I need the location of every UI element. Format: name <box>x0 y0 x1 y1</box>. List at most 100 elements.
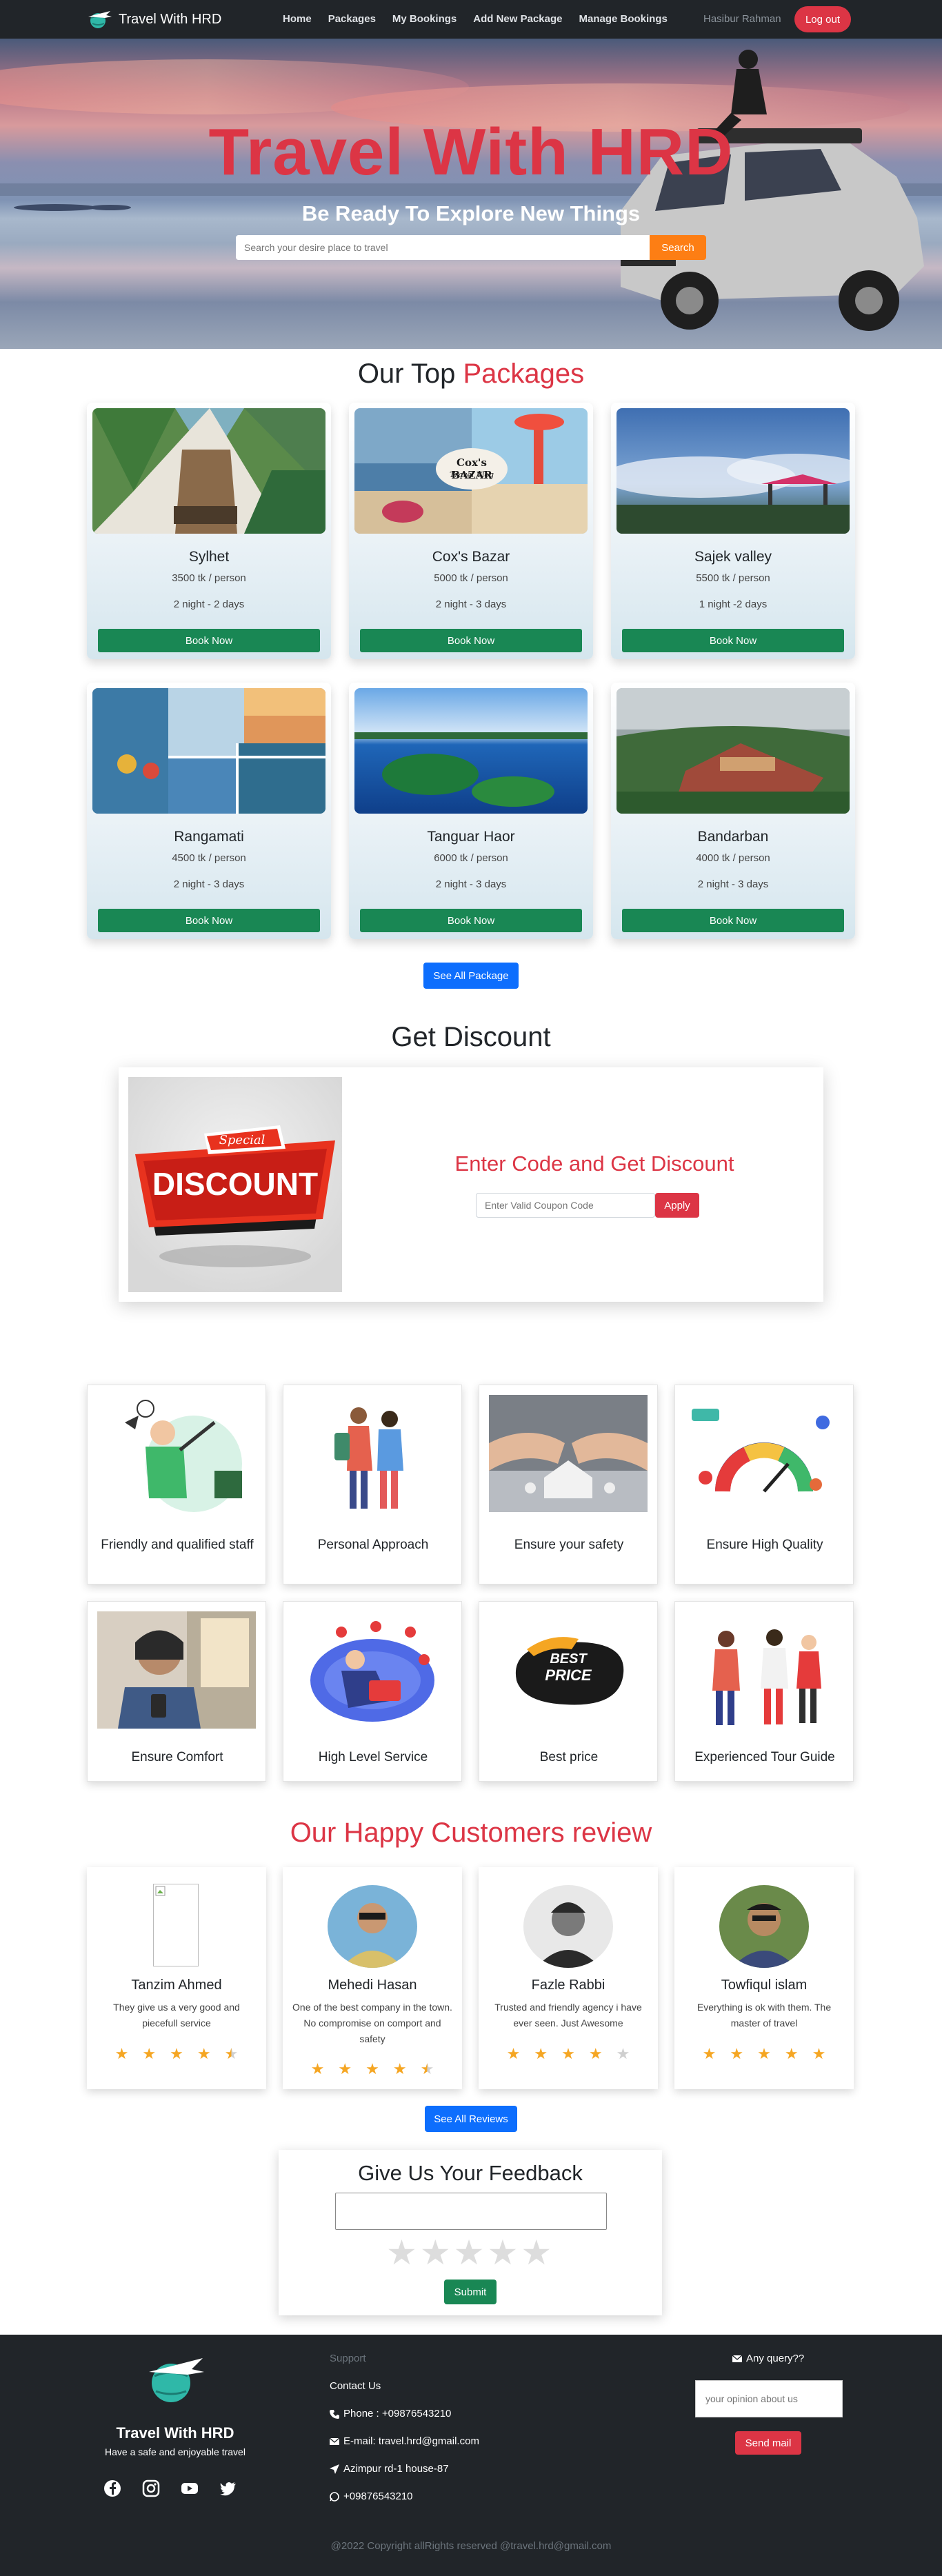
safety-hands-photo-icon <box>489 1395 648 1512</box>
star-icon: ★ <box>812 2045 826 2062</box>
feature-label: High Level Service <box>318 1750 428 1764</box>
facebook-icon[interactable] <box>103 2479 121 2497</box>
query-input[interactable] <box>695 2380 843 2417</box>
star-icon: ★ <box>338 2060 352 2077</box>
package-price: 6000 tk / person <box>434 852 508 864</box>
reviewer-name: Mehedi Hasan <box>328 1978 417 1993</box>
book-now-button[interactable]: Book Now <box>360 909 582 932</box>
review-text: Everything is ok with them. The master o… <box>697 2002 832 2029</box>
coxs-bazar-image-subtitle: Travel Vlog <box>449 470 494 479</box>
destination-search-input[interactable] <box>236 235 650 260</box>
hero-subtitle: Be Ready To Explore New Things <box>301 201 641 225</box>
navbar-brand[interactable]: Travel With HRD <box>86 8 221 30</box>
star-icon: ★ <box>784 2045 799 2062</box>
discount-badge-image: Special DISCOUNT <box>128 1077 342 1292</box>
empty-star-icon: ★ <box>616 2045 630 2062</box>
hero-title: Travel With HRD <box>208 115 734 189</box>
globe-plane-logo-icon <box>88 11 112 28</box>
rating-stars: ★ ★ ★ ★ ★ <box>479 2045 658 2063</box>
rating-stars: ★ ★ ★ ★ ★ <box>283 2060 462 2078</box>
star-rating-5[interactable]: ★ <box>521 2234 552 2271</box>
footer-tagline: Have a safe and enjoyable travel <box>105 2446 245 2457</box>
navbar: Travel With HRD Home Packages My Booking… <box>0 0 942 39</box>
nav-manage-bookings[interactable]: Manage Bookings <box>579 13 667 25</box>
feature-card: Friendly and qualified staff <box>87 1385 266 1584</box>
review-card: Tanzim Ahmed They give us a very good an… <box>87 1867 266 2089</box>
package-image-coxs-bazar: Cox's BAZAR Travel Vlog <box>354 408 588 534</box>
feature-card: High Level Service <box>283 1601 462 1782</box>
feature-card: BEST PRICE Best price <box>479 1601 658 1782</box>
best-price-badge-bottom: PRICE <box>545 1667 592 1684</box>
feedback-card: Give Us Your Feedback ★ ★ ★ ★ ★ Submit <box>279 2150 662 2315</box>
package-duration: 2 night - 3 days <box>435 598 507 610</box>
twitter-icon[interactable] <box>219 2479 237 2497</box>
address-text: Azimpur rd-1 house-87 <box>343 2463 449 2475</box>
apply-coupon-button[interactable]: Apply <box>655 1193 699 1218</box>
nav-my-bookings[interactable]: My Bookings <box>392 13 457 25</box>
star-icon: ★ <box>197 2045 211 2062</box>
send-mail-button[interactable]: Send mail <box>735 2431 801 2455</box>
see-all-reviews-button[interactable]: See All Reviews <box>425 2106 517 2132</box>
feature-card: Ensure your safety <box>479 1385 658 1584</box>
book-now-button[interactable]: Book Now <box>360 629 582 652</box>
feedback-textarea[interactable] <box>335 2193 607 2230</box>
feedback-rating-stars[interactable]: ★ ★ ★ ★ ★ <box>386 2234 552 2271</box>
package-price: 5500 tk / person <box>696 572 770 584</box>
brand-name: Travel With HRD <box>119 11 222 27</box>
nav-add-package[interactable]: Add New Package <box>473 13 562 25</box>
copyright-text: @2022 Copyright allRights reserved @trav… <box>330 2540 612 2552</box>
review-text: They give us a very good and piecefull s… <box>113 2002 240 2029</box>
comfort-photo-icon <box>97 1611 256 1729</box>
logout-button[interactable]: Log out <box>794 6 851 32</box>
hero-banner: Travel With HRD Be Ready To Explore New … <box>0 39 942 349</box>
star-icon: ★ <box>170 2045 183 2062</box>
hero-background-image <box>0 50 942 331</box>
avatar <box>719 1885 809 1968</box>
search-button[interactable]: Search <box>650 235 706 260</box>
contact-us-link[interactable]: Contact Us <box>330 2380 381 2392</box>
package-card-bandarban: Bandarban 4000 tk / person 2 night - 3 d… <box>611 683 855 939</box>
coupon-code-input[interactable] <box>476 1193 655 1218</box>
feature-label: Personal Approach <box>317 1538 429 1552</box>
book-now-button[interactable]: Book Now <box>98 629 320 652</box>
package-price: 4500 tk / person <box>172 852 246 864</box>
half-star-icon: ★ <box>224 2045 239 2062</box>
package-duration: 1 night -2 days <box>699 598 768 610</box>
package-name: Sylhet <box>188 549 230 565</box>
star-icon: ★ <box>392 2060 407 2077</box>
package-image-rangamati <box>92 688 325 814</box>
phone-icon <box>330 2409 339 2419</box>
best-price-badge-top: BEST <box>550 1651 587 1667</box>
star-rating-3[interactable]: ★ <box>454 2234 485 2271</box>
book-now-button[interactable]: Book Now <box>622 629 844 652</box>
instagram-icon[interactable] <box>142 2479 160 2497</box>
feature-label: Best price <box>539 1750 599 1764</box>
star-rating-2[interactable]: ★ <box>420 2234 451 2271</box>
package-duration: 2 night - 3 days <box>173 878 245 890</box>
package-duration: 2 night - 3 days <box>435 878 507 890</box>
package-image-tanguar-haor <box>354 688 588 814</box>
star-icon: ★ <box>702 2045 716 2062</box>
query-label-text: Any query?? <box>746 2353 805 2364</box>
see-all-package-button[interactable]: See All Package <box>423 963 519 989</box>
nav-packages[interactable]: Packages <box>328 13 376 25</box>
book-now-button[interactable]: Book Now <box>622 909 844 932</box>
location-arrow-icon <box>330 2464 339 2474</box>
star-icon: ★ <box>142 2045 157 2062</box>
star-rating-1[interactable]: ★ <box>386 2234 417 2271</box>
tour-guide-illustration-icon <box>685 1611 843 1729</box>
package-duration: 2 night - 2 days <box>173 598 245 610</box>
rating-stars: ★ ★ ★ ★ ★ <box>674 2045 854 2063</box>
submit-feedback-button[interactable]: Submit <box>444 2280 497 2304</box>
nav-home[interactable]: Home <box>283 13 312 25</box>
package-duration: 2 night - 3 days <box>697 878 769 890</box>
footer: Travel With HRD Have a safe and enjoyabl… <box>0 2335 942 2576</box>
travelers-illustration-icon <box>293 1395 452 1512</box>
star-icon: ★ <box>561 2045 575 2062</box>
star-rating-4[interactable]: ★ <box>487 2234 518 2271</box>
review-card: Towfiqul islam Everything is ok with the… <box>674 1867 854 2089</box>
book-now-button[interactable]: Book Now <box>98 909 320 932</box>
youtube-icon[interactable] <box>181 2479 199 2497</box>
discount-heading: Get Discount <box>391 1022 551 1052</box>
whatsapp-text: +09876543210 <box>343 2491 413 2502</box>
